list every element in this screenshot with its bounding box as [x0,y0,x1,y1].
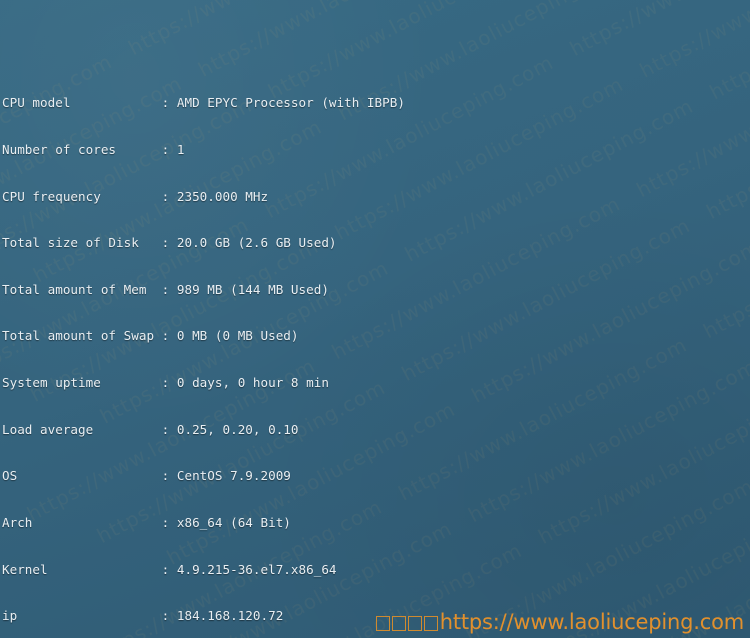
sysinfo-separator: : [161,421,177,437]
sysinfo-row-arch: Arch : x86_64 (64 Bit) [2,515,750,531]
sysinfo-key: Kernel [2,561,162,577]
sysinfo-value: CentOS 7.9.2009 [176,468,291,484]
sysinfo-value: 1 [176,141,185,157]
sysinfo-row-uptime: System uptime : 0 days, 0 hour 8 min [2,375,750,391]
sysinfo-key: CPU frequency [2,188,162,204]
sysinfo-separator: : [161,141,177,157]
sysinfo-row-load-average: Load average : 0.25, 0.20, 0.10 [2,422,750,438]
sysinfo-separator: : [161,95,177,111]
sysinfo-row-cores: Number of cores : 1 [2,142,750,158]
sysinfo-key: Total amount of Mem [2,281,162,297]
missing-glyph-box [407,616,422,631]
sysinfo-key: Total amount of Swap [2,328,162,344]
sysinfo-row-kernel: Kernel : 4.9.215-36.el7.x86_64 [2,562,750,578]
sysinfo-value: 2350.000 MHz [176,188,269,204]
sysinfo-key: Total size of Disk [2,235,162,251]
sysinfo-value: 4.9.215-36.el7.x86_64 [176,561,337,577]
missing-glyph-boxes [375,610,440,634]
sysinfo-value: 0.25, 0.20, 0.10 [176,421,299,437]
sysinfo-key: OS [2,468,162,484]
sysinfo-value: 989 MB (144 MB Used) [176,281,329,297]
sysinfo-value: x86_64 (64 Bit) [176,515,291,531]
sysinfo-separator: : [161,375,177,391]
sysinfo-row-mem: Total amount of Mem : 989 MB (144 MB Use… [2,282,750,298]
sysinfo-key: System uptime [2,375,162,391]
sysinfo-key: ip [2,608,162,624]
sysinfo-value: 0 days, 0 hour 8 min [176,375,329,391]
sysinfo-value: AMD EPYC Processor (with IBPB) [176,95,405,111]
watermark-url: https://www.laoliuceping.com [439,610,744,634]
sysinfo-separator: : [161,608,177,624]
sysinfo-value: 184.168.120.72 [176,608,284,624]
terminal-screen[interactable]: CPU model : AMD EPYC Processor (with IBP… [2,2,750,638]
sysinfo-separator: : [161,515,177,531]
sysinfo-row-cpu-frequency: CPU frequency : 2350.000 MHz [2,189,750,205]
sysinfo-separator: : [161,561,177,577]
sysinfo-separator: : [161,328,177,344]
sysinfo-row-os: OS : CentOS 7.9.2009 [2,468,750,484]
missing-glyph-box [391,616,406,631]
sysinfo-key: Load average [2,421,162,437]
sysinfo-key: Arch [2,515,162,531]
sysinfo-row-disk-size: Total size of Disk : 20.0 GB (2.6 GB Use… [2,235,750,251]
terminal-window[interactable]: https://www.laoliuceping.com https://www… [0,0,750,638]
missing-glyph-box [375,616,390,631]
missing-glyph-box [423,616,438,631]
sysinfo-separator: : [161,235,177,251]
sysinfo-key: CPU model [2,95,162,111]
site-watermark: https://www.laoliuceping.com [375,609,744,635]
sysinfo-value: 20.0 GB (2.6 GB Used) [176,235,337,251]
sysinfo-row-cpu-model: CPU model : AMD EPYC Processor (with IBP… [2,95,750,111]
sysinfo-value: 0 MB (0 MB Used) [176,328,299,344]
system-info-block: CPU model : AMD EPYC Processor (with IBP… [2,64,750,638]
sysinfo-separator: : [161,468,177,484]
sysinfo-separator: : [161,281,177,297]
sysinfo-row-swap: Total amount of Swap : 0 MB (0 MB Used) [2,328,750,344]
sysinfo-separator: : [161,188,177,204]
sysinfo-key: Number of cores [2,141,162,157]
